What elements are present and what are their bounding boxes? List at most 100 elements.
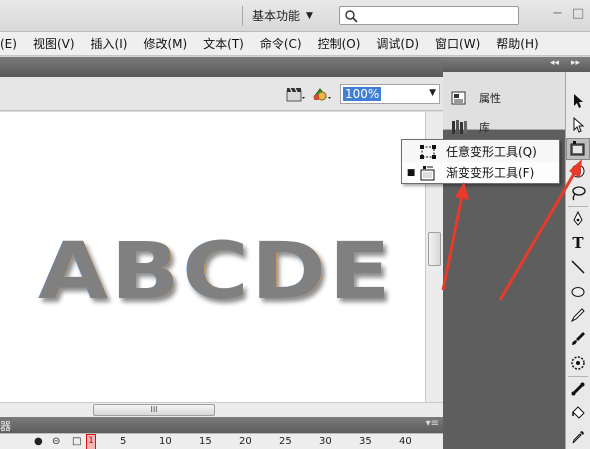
eye-icon[interactable]: ● <box>34 436 43 447</box>
chevron-down-icon: ▼ <box>429 88 436 98</box>
deco-tool[interactable] <box>566 352 590 374</box>
menu-modify[interactable]: 修改(M) <box>135 35 195 52</box>
frame-number: 40 <box>399 436 412 447</box>
edit-symbols-icon[interactable] <box>311 85 333 106</box>
playhead[interactable]: 1 <box>86 434 96 449</box>
frame-number: 35 <box>359 436 372 447</box>
properties-panel-button[interactable]: 属性 <box>451 86 501 110</box>
selection-tool[interactable] <box>566 90 590 112</box>
library-label: 库 <box>479 121 490 134</box>
3d-rotation-tool[interactable] <box>566 160 590 182</box>
zoom-value: 100% <box>343 87 382 101</box>
menu-insert[interactable]: 插入(I) <box>83 35 136 52</box>
paint-bucket-icon <box>572 406 585 419</box>
lasso-icon <box>572 186 586 201</box>
text-tool[interactable]: T <box>566 232 590 254</box>
frame-number: 10 <box>159 436 172 447</box>
pen-icon <box>573 211 583 226</box>
horizontal-scroll-thumb[interactable]: III <box>93 404 215 416</box>
tools-separator <box>568 376 588 377</box>
deco-icon <box>571 356 585 370</box>
eyedropper-icon <box>572 431 584 444</box>
hollow-arrow-icon <box>573 117 585 133</box>
transform-tool-flyout: 任意变形工具(Q) ■ 渐变变形工具(F) <box>401 139 560 184</box>
selected-bullet-icon: ■ <box>406 167 416 178</box>
tools-separator <box>568 206 588 207</box>
frame-number: 15 <box>199 436 212 447</box>
menu-edit[interactable]: (E) <box>0 37 25 51</box>
oval-icon <box>571 287 585 297</box>
workspace-switcher[interactable]: 基本功能 ▼ <box>252 7 313 24</box>
brush-tool[interactable] <box>566 328 590 350</box>
timeline-tab[interactable]: 器 <box>0 418 11 434</box>
gradient-transform-icon <box>420 165 442 181</box>
chevron-down-icon: ▼ <box>306 10 313 21</box>
gradient-transform-tool[interactable] <box>566 138 590 160</box>
bone-icon <box>571 382 585 396</box>
rainbow-text-graphic[interactable]: ABCDE <box>0 112 425 402</box>
menu-bar: (E) 视图(V) 插入(I) 修改(M) 文本(T) 命令(C) 控制(O) … <box>0 32 590 56</box>
menu-debug[interactable]: 调试(D) <box>368 35 427 52</box>
workspace-label: 基本功能 <box>252 9 301 23</box>
free-transform-label: 任意变形工具(Q) <box>446 145 537 159</box>
search-icon <box>345 10 358 23</box>
free-transform-tool-item[interactable]: 任意变形工具(Q) <box>402 141 559 162</box>
frame-number: 20 <box>239 436 252 447</box>
expand-panels-icon[interactable]: ◂◂ <box>550 58 559 68</box>
lasso-tool[interactable] <box>566 182 590 204</box>
edit-bar: 100% ▼ <box>0 77 443 111</box>
timeline: ● ⊝ □ 1 5 10 15 20 25 30 35 40 <box>0 433 443 449</box>
menu-window[interactable]: 窗口(W) <box>427 35 488 52</box>
frame-number: 30 <box>319 436 332 447</box>
maximize-icon[interactable]: □ <box>572 6 584 21</box>
document-tab-bar <box>0 57 443 77</box>
title-bar: 基本功能 ▼ − □ <box>0 0 590 32</box>
frame-number: 5 <box>120 436 127 447</box>
pencil-tool[interactable] <box>566 304 590 326</box>
subselection-tool[interactable] <box>566 114 590 136</box>
tools-header: ▸▸ <box>565 57 590 72</box>
lock-icon[interactable]: ⊝ <box>52 436 60 447</box>
globe-icon <box>571 164 585 178</box>
vertical-scroll-thumb[interactable] <box>428 232 441 266</box>
pen-tool[interactable] <box>566 208 590 230</box>
bone-tool[interactable] <box>566 378 590 400</box>
collapsed-panels: 属性 库 <box>443 72 565 134</box>
horizontal-scrollbar[interactable]: III <box>0 402 443 417</box>
current-frame-number: 1 <box>88 436 94 446</box>
outline-icon[interactable]: □ <box>72 436 81 447</box>
eyedropper-tool[interactable] <box>566 426 590 448</box>
library-panel-button[interactable]: 库 <box>451 116 490 138</box>
line-tool[interactable] <box>566 256 590 278</box>
paint-bucket-tool[interactable] <box>566 402 590 424</box>
arrow-cursor-icon <box>574 94 583 108</box>
collapse-tools-icon[interactable]: ▸▸ <box>571 58 580 68</box>
tools-panel: T <box>565 72 590 449</box>
menu-help[interactable]: 帮助(H) <box>488 35 546 52</box>
free-transform-icon <box>420 144 442 159</box>
gradient-transform-label: 渐变变形工具(F) <box>446 166 535 180</box>
gradient-transform-tool-item[interactable]: ■ 渐变变形工具(F) <box>402 162 559 183</box>
help-search-input[interactable] <box>339 6 519 25</box>
menu-view[interactable]: 视图(V) <box>25 35 83 52</box>
menu-text[interactable]: 文本(T) <box>195 35 252 52</box>
stage-canvas[interactable]: ABCDE <box>0 112 425 402</box>
panel-menu-icon[interactable]: ▾≡ <box>426 418 439 429</box>
oval-tool[interactable] <box>566 280 590 302</box>
timeline-header: 器 ▾≡ <box>0 417 443 433</box>
frame-number: 25 <box>279 436 292 447</box>
menu-control[interactable]: 控制(O) <box>310 35 369 52</box>
titlebar-separator <box>242 6 243 26</box>
brush-icon <box>572 332 585 345</box>
edit-scene-icon[interactable] <box>285 85 307 106</box>
pencil-icon <box>570 308 585 323</box>
minimize-icon[interactable]: − <box>552 6 563 21</box>
stage-text[interactable]: ABCDE <box>38 227 393 317</box>
text-tool-icon: T <box>572 234 584 252</box>
zoom-select[interactable]: 100% ▼ <box>340 84 440 104</box>
library-icon <box>452 120 467 134</box>
line-icon <box>571 260 585 274</box>
properties-icon <box>451 91 466 105</box>
properties-label: 属性 <box>479 92 501 105</box>
menu-commands[interactable]: 命令(C) <box>252 35 310 52</box>
